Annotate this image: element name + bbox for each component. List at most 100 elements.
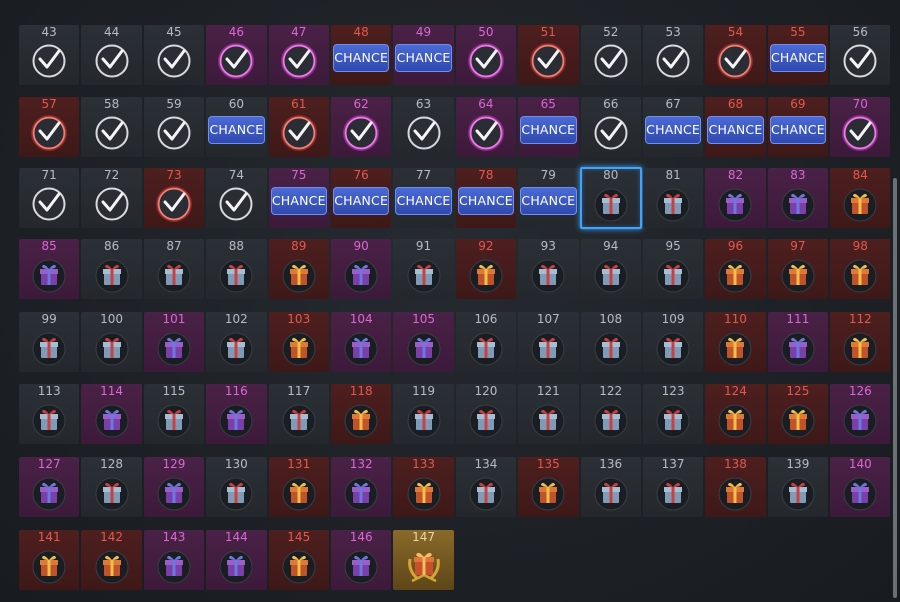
chance-button[interactable]: CHANCE [457, 187, 515, 215]
reward-cell-day-132[interactable]: 132 [330, 456, 392, 518]
reward-cell-day-67[interactable]: 67 CHANCE [642, 96, 704, 158]
reward-cell-day-120[interactable]: 120 [455, 383, 517, 445]
reward-cell-day-131[interactable]: 131 [268, 456, 330, 518]
reward-cell-day-101[interactable]: 101 [143, 311, 205, 373]
reward-cell-day-81[interactable]: 81 [642, 167, 704, 229]
reward-cell-day-119[interactable]: 119 [392, 383, 454, 445]
reward-cell-day-92[interactable]: 92 [455, 238, 517, 300]
reward-cell-day-60[interactable]: 60 CHANCE [205, 96, 267, 158]
reward-cell-day-123[interactable]: 123 [642, 383, 704, 445]
reward-cell-day-62[interactable]: 62 [330, 96, 392, 158]
reward-cell-day-44[interactable]: 44 [80, 24, 142, 86]
reward-cell-day-53[interactable]: 53 [642, 24, 704, 86]
reward-cell-day-111[interactable]: 111 [767, 311, 829, 373]
reward-cell-day-80[interactable]: 80 [579, 167, 642, 229]
chance-button[interactable]: CHANCE [520, 116, 577, 144]
reward-cell-day-140[interactable]: 140 [829, 456, 891, 518]
reward-cell-day-133[interactable]: 133 [392, 456, 454, 518]
chance-button[interactable]: CHANCE [332, 44, 390, 72]
reward-cell-day-91[interactable]: 91 [392, 238, 454, 300]
reward-cell-day-61[interactable]: 61 [268, 96, 330, 158]
reward-cell-day-136[interactable]: 136 [580, 456, 642, 518]
reward-cell-day-127[interactable]: 127 [18, 456, 80, 518]
reward-cell-day-138[interactable]: 138 [704, 456, 766, 518]
reward-cell-day-86[interactable]: 86 [80, 238, 142, 300]
reward-cell-day-94[interactable]: 94 [580, 238, 642, 300]
reward-cell-day-124[interactable]: 124 [704, 383, 766, 445]
reward-cell-day-143[interactable]: 143 [143, 529, 205, 591]
reward-cell-day-105[interactable]: 105 [392, 311, 454, 373]
reward-cell-day-99[interactable]: 99 [18, 311, 80, 373]
reward-cell-day-113[interactable]: 113 [18, 383, 80, 445]
reward-cell-day-126[interactable]: 126 [829, 383, 891, 445]
reward-cell-day-116[interactable]: 116 [205, 383, 267, 445]
reward-cell-day-77[interactable]: 77 CHANCE [392, 167, 454, 229]
reward-cell-day-58[interactable]: 58 [80, 96, 142, 158]
chance-button[interactable]: CHANCE [769, 44, 827, 72]
reward-cell-day-114[interactable]: 114 [80, 383, 142, 445]
chance-button[interactable]: CHANCE [769, 116, 827, 144]
reward-cell-day-134[interactable]: 134 [455, 456, 517, 518]
reward-cell-day-110[interactable]: 110 [704, 311, 766, 373]
reward-cell-day-72[interactable]: 72 [80, 167, 142, 229]
reward-cell-day-109[interactable]: 109 [642, 311, 704, 373]
reward-cell-day-139[interactable]: 139 [767, 456, 829, 518]
reward-cell-day-82[interactable]: 82 [704, 167, 766, 229]
reward-cell-day-63[interactable]: 63 [392, 96, 454, 158]
reward-cell-day-70[interactable]: 70 [829, 96, 891, 158]
reward-cell-day-98[interactable]: 98 [829, 238, 891, 300]
reward-cell-day-147[interactable]: 147 [392, 529, 454, 591]
reward-cell-day-74[interactable]: 74 [205, 167, 267, 229]
chance-button[interactable]: CHANCE [208, 116, 265, 144]
reward-cell-day-83[interactable]: 83 [767, 167, 829, 229]
reward-cell-day-47[interactable]: 47 [268, 24, 330, 86]
reward-cell-day-100[interactable]: 100 [80, 311, 142, 373]
reward-cell-day-78[interactable]: 78 CHANCE [455, 167, 517, 229]
reward-cell-day-64[interactable]: 64 [455, 96, 517, 158]
reward-cell-day-56[interactable]: 56 [829, 24, 891, 86]
reward-cell-day-90[interactable]: 90 [330, 238, 392, 300]
reward-cell-day-73[interactable]: 73 [143, 167, 205, 229]
reward-cell-day-71[interactable]: 71 [18, 167, 80, 229]
chance-button[interactable]: CHANCE [707, 116, 764, 144]
reward-cell-day-46[interactable]: 46 [205, 24, 267, 86]
reward-cell-day-76[interactable]: 76 CHANCE [330, 167, 392, 229]
reward-cell-day-87[interactable]: 87 [143, 238, 205, 300]
reward-cell-day-146[interactable]: 146 [330, 529, 392, 591]
reward-cell-day-75[interactable]: 75 CHANCE [268, 167, 330, 229]
reward-cell-day-118[interactable]: 118 [330, 383, 392, 445]
reward-cell-day-121[interactable]: 121 [517, 383, 579, 445]
reward-cell-day-50[interactable]: 50 [455, 24, 517, 86]
reward-cell-day-135[interactable]: 135 [517, 456, 579, 518]
reward-cell-day-48[interactable]: 48 CHANCE [330, 24, 392, 86]
chance-button[interactable]: CHANCE [520, 187, 577, 215]
reward-cell-day-104[interactable]: 104 [330, 311, 392, 373]
reward-cell-day-122[interactable]: 122 [580, 383, 642, 445]
reward-cell-day-52[interactable]: 52 [580, 24, 642, 86]
chance-button[interactable]: CHANCE [644, 116, 702, 144]
reward-cell-day-51[interactable]: 51 [517, 24, 579, 86]
reward-cell-day-65[interactable]: 65 CHANCE [517, 96, 579, 158]
reward-cell-day-49[interactable]: 49 CHANCE [392, 24, 454, 86]
chance-button[interactable]: CHANCE [270, 187, 327, 215]
reward-cell-day-57[interactable]: 57 [18, 96, 80, 158]
reward-cell-day-79[interactable]: 79 CHANCE [517, 167, 579, 229]
reward-cell-day-97[interactable]: 97 [767, 238, 829, 300]
reward-cell-day-89[interactable]: 89 [268, 238, 330, 300]
reward-cell-day-93[interactable]: 93 [517, 238, 579, 300]
chance-button[interactable]: CHANCE [395, 44, 452, 72]
reward-cell-day-142[interactable]: 142 [80, 529, 142, 591]
reward-cell-day-103[interactable]: 103 [268, 311, 330, 373]
reward-cell-day-108[interactable]: 108 [580, 311, 642, 373]
scrollbar[interactable] [893, 178, 897, 598]
reward-cell-day-96[interactable]: 96 [704, 238, 766, 300]
reward-cell-day-55[interactable]: 55 CHANCE [767, 24, 829, 86]
reward-cell-day-145[interactable]: 145 [268, 529, 330, 591]
reward-cell-day-115[interactable]: 115 [143, 383, 205, 445]
chance-button[interactable]: CHANCE [395, 187, 452, 215]
reward-cell-day-88[interactable]: 88 [205, 238, 267, 300]
reward-cell-day-112[interactable]: 112 [829, 311, 891, 373]
reward-cell-day-117[interactable]: 117 [268, 383, 330, 445]
reward-cell-day-54[interactable]: 54 [704, 24, 766, 86]
reward-cell-day-43[interactable]: 43 [18, 24, 80, 86]
